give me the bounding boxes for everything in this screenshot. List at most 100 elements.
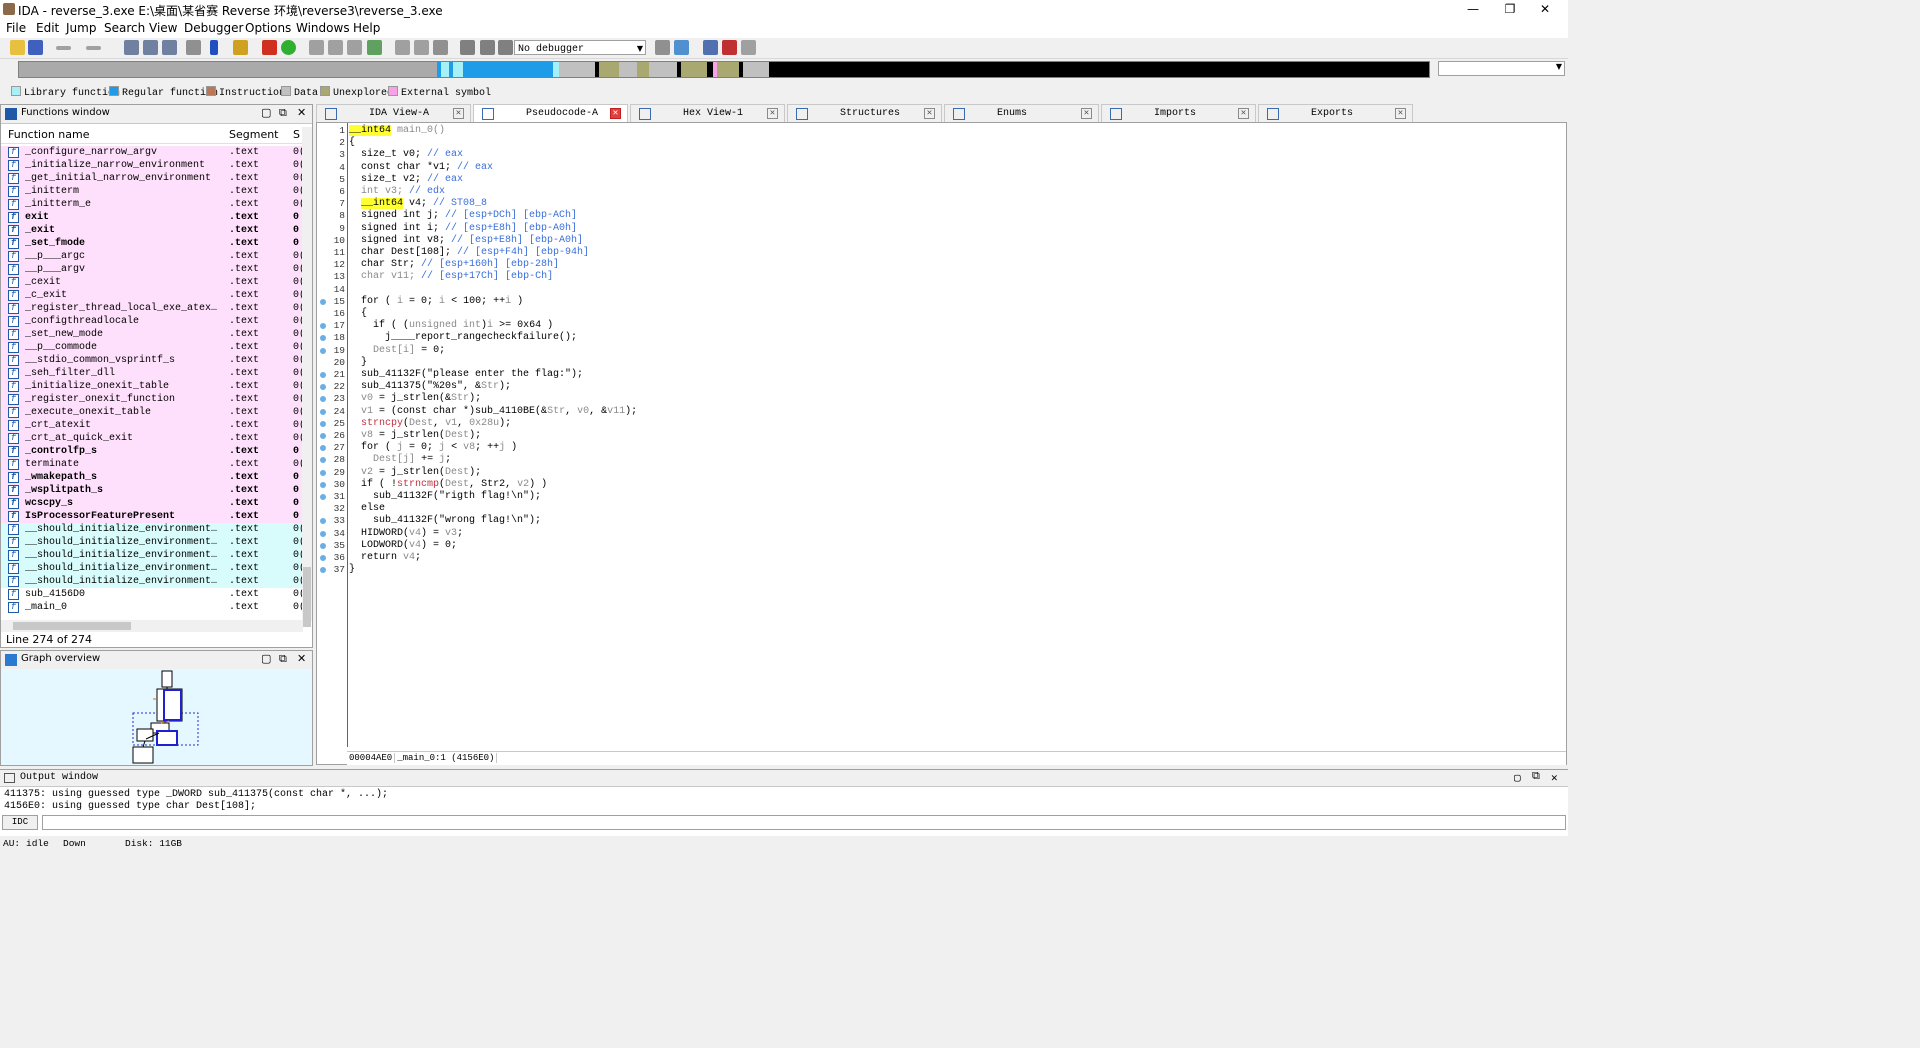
close-pane-icon[interactable]: ✕ xyxy=(1551,771,1558,785)
function-row[interactable]: f_seh_filter_dll.text0( xyxy=(1,367,303,380)
tab-imports[interactable]: Imports ✕ xyxy=(1101,104,1256,123)
menu-jump[interactable]: Jump xyxy=(66,21,96,35)
breakpoint-dot-icon[interactable] xyxy=(320,408,326,415)
menu-windows[interactable]: Windows xyxy=(296,21,350,35)
breakpoint-dot-icon[interactable] xyxy=(320,420,326,427)
code-line[interactable]: 20 } xyxy=(317,357,1517,369)
pseudocode-view[interactable]: 1 __int64 main_0() 2{3 size_t v0; // eax 4 … xyxy=(316,122,1567,765)
float-pane-icon[interactable]: ⧉ xyxy=(1532,771,1540,783)
function-row[interactable]: f_configure_narrow_argv.text0( xyxy=(1,146,303,159)
function-row[interactable]: f __should_initialize_environment_3 .text 0… xyxy=(1,562,303,575)
close-pane-icon[interactable]: ✕ xyxy=(297,106,306,119)
tab-ida-view-a[interactable]: IDA View-A ✕ xyxy=(316,104,471,123)
function-row[interactable]: f_crt_atexit.text0( xyxy=(1,419,303,432)
function-row[interactable]: f_main_0.text0( xyxy=(1,601,303,614)
code-line[interactable]: 29 v2 = j_strlen(Dest); xyxy=(317,467,1517,479)
play-icon[interactable] xyxy=(460,40,475,55)
function-row[interactable]: f_initialize_narrow_environment.text0( xyxy=(1,159,303,172)
pause-icon[interactable] xyxy=(480,40,495,55)
menu-view[interactable]: View xyxy=(149,21,177,35)
float-pane-icon[interactable]: ⧉ xyxy=(279,106,287,120)
green-circle-icon[interactable] xyxy=(281,40,296,55)
restore-pane-icon[interactable]: ▢ xyxy=(261,106,271,119)
tab-exports[interactable]: Exports ✕ xyxy=(1258,104,1413,123)
code-line[interactable]: 18 j____report_rangecheckfailure(); xyxy=(317,332,1517,344)
menu-search[interactable]: Search xyxy=(104,21,145,35)
delete-x-icon[interactable] xyxy=(433,40,448,55)
struct-icon[interactable] xyxy=(347,40,362,55)
code-line[interactable]: 27 for ( j = 0; j < v8; ++j ) xyxy=(317,442,1517,454)
code-line[interactable]: 2{ xyxy=(317,137,1517,149)
function-row[interactable]: f_cexit.text0( xyxy=(1,276,303,289)
navigation-select[interactable]: ▼ xyxy=(1438,61,1565,76)
stop-icon[interactable] xyxy=(498,40,513,55)
attach-icon[interactable] xyxy=(655,40,670,55)
close-tab-icon[interactable]: ✕ xyxy=(1395,108,1406,119)
stop-sign-icon[interactable] xyxy=(262,40,277,55)
edit-function-icon[interactable] xyxy=(233,40,248,55)
code-line[interactable]: 22 sub_411375("%20s", &Str); xyxy=(317,381,1517,393)
function-row[interactable]: f__p___argv.text0( xyxy=(1,263,303,276)
code-line[interactable]: 33 sub_41132F("wrong flag!\n"); xyxy=(317,515,1517,527)
graph-overview-canvas[interactable] xyxy=(1,669,312,765)
function-row[interactable]: f _controlfp_s .text 0 xyxy=(1,445,303,458)
code-line[interactable]: 15 for ( i = 0; i < 100; ++i ) xyxy=(317,296,1517,308)
debugger-select[interactable]: No debugger ▼ xyxy=(514,40,646,55)
function-row[interactable]: f_initterm_e.text0( xyxy=(1,198,303,211)
breakpoint-dot-icon[interactable] xyxy=(320,542,326,549)
menu-file[interactable]: File xyxy=(6,21,26,35)
function-row[interactable]: f __should_initialize_environment_1 .text 0… xyxy=(1,536,303,549)
refresh-icon[interactable] xyxy=(674,40,689,55)
code-line[interactable]: 30 if ( !strncmp(Dest, Str2, v2) ) xyxy=(317,479,1517,491)
code-line[interactable]: 11 char Dest[108]; // [esp+F4h] [ebp-94h… xyxy=(317,247,1517,259)
close-tab-icon[interactable]: ✕ xyxy=(1238,108,1249,119)
function-row[interactable]: f_register_onexit_function.text0( xyxy=(1,393,303,406)
code-line[interactable]: 3 size_t v0; // eax xyxy=(317,149,1517,161)
breakpoint-delete-icon[interactable] xyxy=(741,40,756,55)
function-row[interactable]: f_initialize_onexit_table.text0( xyxy=(1,380,303,393)
function-row[interactable]: f exit .text 0 xyxy=(1,211,303,224)
breakpoint-dot-icon[interactable] xyxy=(320,384,326,391)
code-line[interactable]: 14 xyxy=(317,284,1517,296)
code-line[interactable]: 34 HIDWORD(v4) = v3; xyxy=(317,528,1517,540)
code-line[interactable]: 10 signed int v8; // [esp+E8h] [ebp-A0h] xyxy=(317,235,1517,247)
code-line[interactable]: 23 v0 = j_strlen(&Str); xyxy=(317,393,1517,405)
breakpoint-dot-icon[interactable] xyxy=(320,445,326,452)
breakpoint-dot-icon[interactable] xyxy=(320,567,326,574)
function-row[interactable]: f __should_initialize_environment_2 .text 0… xyxy=(1,549,303,562)
menu-debugger[interactable]: Debugger xyxy=(184,21,243,35)
function-row[interactable]: f _set_fmode .text 0 xyxy=(1,237,303,250)
breakpoint-dot-icon[interactable] xyxy=(320,372,326,378)
function-row[interactable]: f__stdio_common_vsprintf_s.text0( xyxy=(1,354,303,367)
search-text-icon[interactable] xyxy=(143,40,158,55)
function-row[interactable]: f_execute_onexit_table.text0( xyxy=(1,406,303,419)
idc-button[interactable]: IDC xyxy=(2,815,38,830)
close-tab-icon[interactable]: ✕ xyxy=(453,108,464,119)
function-row[interactable]: f__p___argc.text0( xyxy=(1,250,303,263)
code-line[interactable]: 25 strncpy(Dest, v1, 0x28u); xyxy=(317,418,1517,430)
code-line[interactable]: 26 v8 = j_strlen(Dest); xyxy=(317,430,1517,442)
code-line[interactable]: 28 Dest[j] += j; xyxy=(317,454,1517,466)
col-segment[interactable]: Segment xyxy=(229,128,279,141)
function-row[interactable]: f _wsplitpath_s .text 0 xyxy=(1,484,303,497)
menu-help[interactable]: Help xyxy=(353,21,380,35)
code-line[interactable]: 35 LODWORD(v4) = 0; xyxy=(317,540,1517,552)
patch-icon[interactable] xyxy=(395,40,410,55)
open-folder-icon[interactable] xyxy=(10,40,25,55)
function-row[interactable]: f_c_exit.text0( xyxy=(1,289,303,302)
close-tab-icon[interactable]: ✕ xyxy=(610,108,621,119)
tab-pseudocode-a[interactable]: Pseudocode-A ✕ xyxy=(473,104,628,123)
function-row[interactable]: fsub_4156D0.text0( xyxy=(1,588,303,601)
functions-vscroll-thumb[interactable] xyxy=(303,567,311,627)
breakpoint-dot-icon[interactable] xyxy=(320,347,326,354)
breakpoint-dot-icon[interactable] xyxy=(320,323,326,330)
function-row[interactable]: f_crt_at_quick_exit.text0( xyxy=(1,432,303,445)
down-arrow-icon[interactable] xyxy=(210,40,218,55)
code-line[interactable]: 7 __int64 v4; // ST08_8 xyxy=(317,198,1517,210)
col-start[interactable]: S xyxy=(293,128,300,141)
function-row[interactable]: f_set_new_mode.text0( xyxy=(1,328,303,341)
code-line[interactable]: 19 Dest[i] = 0; xyxy=(317,345,1517,357)
breakpoint-dot-icon[interactable] xyxy=(320,481,326,488)
tab-enums[interactable]: Enums ✕ xyxy=(944,104,1099,123)
function-row[interactable]: f _register_thread_local_exe_atexit_call…… xyxy=(1,302,303,315)
